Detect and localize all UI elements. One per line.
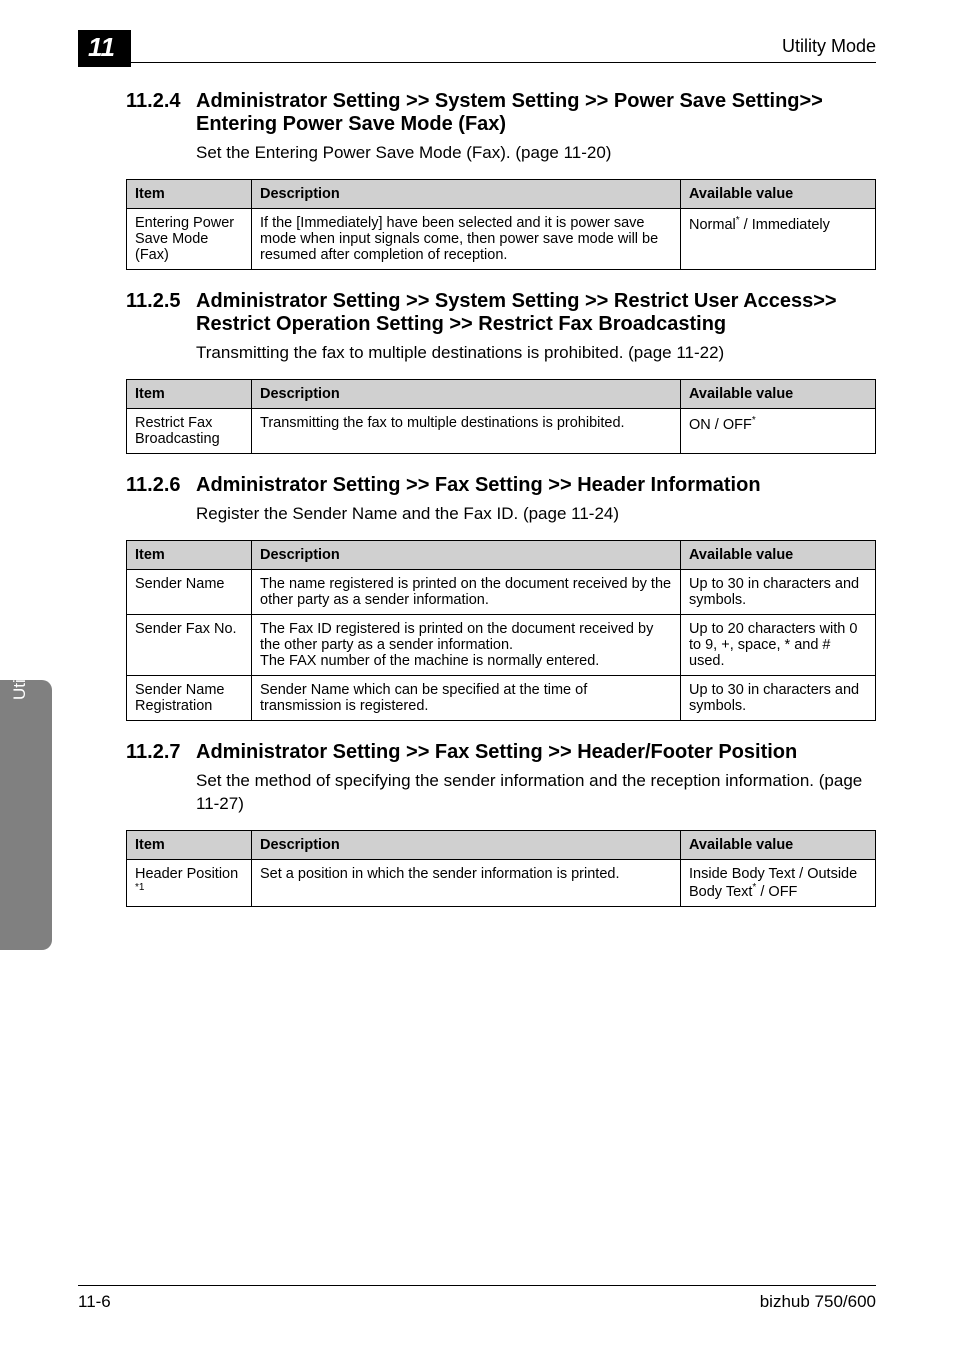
spec-table: Item Description Available value Enterin… xyxy=(126,179,876,270)
spec-table: Item Description Available value Sender … xyxy=(126,540,876,721)
th-desc: Description xyxy=(252,540,681,569)
running-head: Utility Mode xyxy=(782,36,876,57)
top-rule xyxy=(78,62,876,63)
th-item: Item xyxy=(127,179,252,208)
spec-table: Item Description Available value Restric… xyxy=(126,379,876,454)
footnote-sup: *1 xyxy=(135,882,144,893)
cell-desc: If the [Immediately] have been selected … xyxy=(252,208,681,269)
sidebar-tab xyxy=(0,680,52,950)
cell-avail: Inside Body Text / Outside Body Text* / … xyxy=(681,859,876,906)
section-para: Set the method of specifying the sender … xyxy=(196,770,876,816)
cell-item: Entering Power Save Mode (Fax) xyxy=(127,208,252,269)
cell-avail: Normal* / Immediately xyxy=(681,208,876,269)
section-number: 11.2.6 xyxy=(126,474,196,497)
cell-avail: ON / OFF* xyxy=(681,408,876,453)
cell-desc: Transmitting the fax to multiple destina… xyxy=(252,408,681,453)
section-number: 11.2.7 xyxy=(126,741,196,764)
table-header-row: Item Description Available value xyxy=(127,379,876,408)
th-item: Item xyxy=(127,379,252,408)
footer: 11-6 bizhub 750/600 xyxy=(78,1285,876,1312)
th-avail: Available value xyxy=(681,830,876,859)
section-number: 11.2.4 xyxy=(126,90,196,113)
section-title: Administrator Setting >> System Setting … xyxy=(196,90,876,136)
section-para: Register the Sender Name and the Fax ID.… xyxy=(196,503,876,526)
table-row: Sender Name Registration Sender Name whi… xyxy=(127,675,876,720)
table-row: Sender Name The name registered is print… xyxy=(127,569,876,614)
footer-model: bizhub 750/600 xyxy=(760,1292,876,1312)
th-item: Item xyxy=(127,830,252,859)
footnote-star: * xyxy=(752,415,756,426)
footer-page: 11-6 xyxy=(78,1292,111,1312)
th-avail: Available value xyxy=(681,379,876,408)
avail-post: / OFF xyxy=(756,884,797,900)
cell-item: Sender Name xyxy=(127,569,252,614)
th-item: Item xyxy=(127,540,252,569)
footer-rule xyxy=(78,1285,876,1286)
section-title: Administrator Setting >> System Setting … xyxy=(196,290,876,336)
table-row: Sender Fax No. The Fax ID registered is … xyxy=(127,614,876,675)
cell-item: Sender Name Registration xyxy=(127,675,252,720)
th-desc: Description xyxy=(252,830,681,859)
sidebar-chapter: Chapter 11 xyxy=(10,506,29,589)
table-row: Restrict Fax Broadcasting Transmitting t… xyxy=(127,408,876,453)
cell-desc: Set a position in which the sender infor… xyxy=(252,859,681,906)
section-para: Transmitting the fax to multiple destina… xyxy=(196,342,876,365)
th-desc: Description xyxy=(252,379,681,408)
cell-item: Header Position *1 xyxy=(127,859,252,906)
cell-item: Restrict Fax Broadcasting xyxy=(127,408,252,453)
th-avail: Available value xyxy=(681,540,876,569)
section-para: Set the Entering Power Save Mode (Fax). … xyxy=(196,142,876,165)
avail-pre: Normal xyxy=(689,217,736,233)
th-avail: Available value xyxy=(681,179,876,208)
table-row: Entering Power Save Mode (Fax) If the [I… xyxy=(127,208,876,269)
item-pre: Header Position xyxy=(135,866,238,882)
table-row: Header Position *1 Set a position in whi… xyxy=(127,859,876,906)
table-header-row: Item Description Available value xyxy=(127,540,876,569)
section-heading: 11.2.6Administrator Setting >> Fax Setti… xyxy=(126,474,876,497)
cell-desc: Sender Name which can be specified at th… xyxy=(252,675,681,720)
th-desc: Description xyxy=(252,179,681,208)
avail-pre: ON / OFF xyxy=(689,417,752,433)
spec-table: Item Description Available value Header … xyxy=(126,830,876,907)
section-heading: 11.2.5Administrator Setting >> System Se… xyxy=(126,290,876,336)
sidebar-mode: Utility Mode xyxy=(10,611,29,700)
section-title: Administrator Setting >> Fax Setting >> … xyxy=(196,474,876,497)
section-number: 11.2.5 xyxy=(126,290,196,313)
cell-avail: Up to 20 characters with 0 to 9, +, spac… xyxy=(681,614,876,675)
section-heading: 11.2.7Administrator Setting >> Fax Setti… xyxy=(126,741,876,764)
cell-desc: The Fax ID registered is printed on the … xyxy=(252,614,681,675)
cell-avail: Up to 30 in characters and symbols. xyxy=(681,569,876,614)
cell-desc: The name registered is printed on the do… xyxy=(252,569,681,614)
cell-avail: Up to 30 in characters and symbols. xyxy=(681,675,876,720)
sidebar-text: Utility Mode Chapter 11 xyxy=(10,450,30,700)
section-heading: 11.2.4Administrator Setting >> System Se… xyxy=(126,90,876,136)
avail-post: / Immediately xyxy=(740,217,830,233)
cell-item: Sender Fax No. xyxy=(127,614,252,675)
table-header-row: Item Description Available value xyxy=(127,830,876,859)
content: 11.2.4Administrator Setting >> System Se… xyxy=(126,90,876,927)
table-header-row: Item Description Available value xyxy=(127,179,876,208)
section-title: Administrator Setting >> Fax Setting >> … xyxy=(196,741,876,764)
